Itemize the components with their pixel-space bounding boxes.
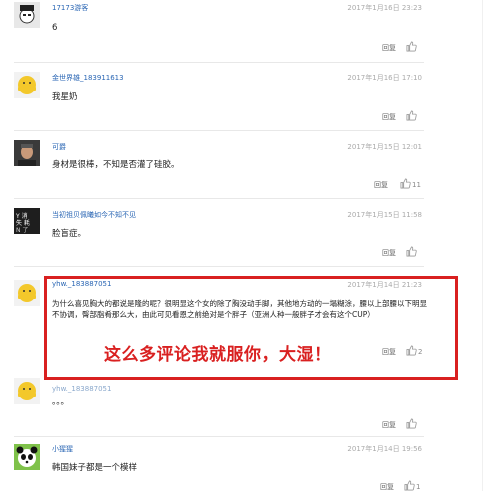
avatar[interactable]	[14, 2, 40, 28]
reply-button[interactable]: 回复	[382, 112, 396, 122]
comment-time: 2017年1月16日 17:10	[347, 74, 422, 82]
thumbs-up-icon	[404, 480, 415, 491]
comment-username[interactable]: yhw._183887051	[52, 385, 111, 393]
thumbs-up-icon	[406, 418, 417, 429]
divider	[14, 266, 424, 267]
comment-username[interactable]: 小猩猩	[52, 444, 73, 454]
like-button[interactable]	[406, 41, 417, 52]
avatar[interactable]	[14, 444, 40, 470]
thumbs-up-icon	[400, 178, 411, 189]
annotation-text: 这么多评论我就服你，大湿！	[104, 345, 332, 365]
page-right-border	[482, 0, 483, 491]
divider	[14, 198, 424, 199]
avatar[interactable]	[14, 72, 40, 98]
like-button[interactable]: 1	[404, 480, 420, 491]
comment-text: 韩国妹子都是一个模样	[52, 463, 138, 473]
comment-text: 我星奶	[52, 92, 78, 102]
comment-username[interactable]: 当初祖贝佩曦如今不知不见	[52, 210, 136, 220]
svg-text:N 了: N 了	[16, 227, 28, 234]
comment-time: 2017年1月16日 23:23	[347, 4, 422, 12]
avatar[interactable]	[14, 280, 40, 306]
divider	[14, 62, 424, 63]
like-button[interactable]: 11	[400, 178, 421, 189]
comment-time: 2017年1月15日 12:01	[347, 143, 422, 151]
like-button[interactable]	[406, 246, 417, 257]
reply-button[interactable]: 回复	[382, 248, 396, 258]
divider	[14, 436, 424, 437]
reply-button[interactable]: 回复	[382, 420, 396, 430]
like-count: 1	[416, 483, 421, 491]
svg-text:Y 消: Y 消	[15, 212, 28, 220]
reply-button[interactable]: 回复	[382, 43, 396, 53]
thumbs-up-icon	[406, 110, 417, 121]
like-button[interactable]	[406, 418, 417, 429]
comment-text: 身材是很棒，不知是否灌了硅胶。	[52, 160, 180, 170]
reply-button[interactable]: 回复	[374, 180, 388, 190]
thumbs-up-icon	[406, 246, 417, 257]
avatar[interactable]	[14, 140, 40, 166]
like-button[interactable]	[406, 110, 417, 121]
avatar[interactable]	[14, 378, 40, 404]
comment-username[interactable]: 17173游客	[52, 3, 88, 13]
comment-time: 2017年1月15日 11:58	[347, 211, 422, 219]
comment-time: 2017年1月14日 19:56	[347, 445, 422, 453]
avatar[interactable]: Y 消失 耗N 了	[14, 208, 40, 234]
divider	[14, 130, 424, 131]
comment-text: 脸盲症。	[52, 229, 87, 239]
comment-username[interactable]: 金世界雄_183911613	[52, 73, 124, 83]
comment-text: 。。。	[52, 397, 70, 407]
comment-username[interactable]: 可爵	[52, 142, 66, 152]
svg-text:失 耗: 失 耗	[16, 219, 30, 227]
like-count: 11	[412, 181, 421, 189]
thumbs-up-icon	[406, 41, 417, 52]
comment-text: 6	[52, 23, 58, 33]
